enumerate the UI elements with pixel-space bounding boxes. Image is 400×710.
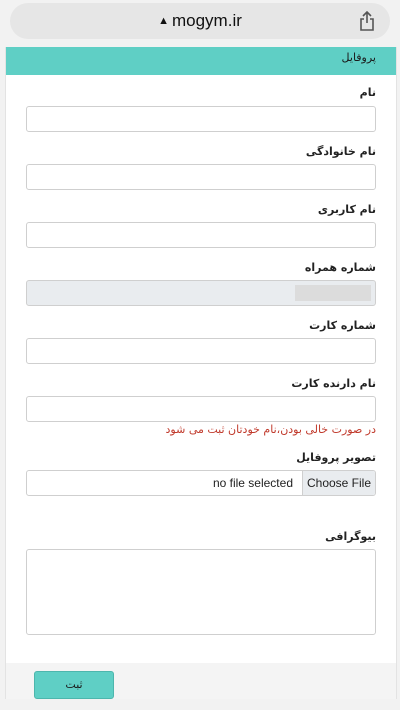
card-number-input[interactable]: [26, 338, 376, 364]
profile-card: پروفایل نام نام خانوادگی نام کاربری شمار…: [5, 47, 397, 699]
first-name-label: نام: [359, 86, 376, 99]
mobile-label: شماره همراه: [304, 261, 376, 274]
url-host: mogym.ir: [171, 11, 242, 30]
file-status: no file selected: [212, 476, 293, 490]
card-title: پروفایل: [6, 47, 396, 75]
avatar-file-input[interactable]: no file selected Choose File: [26, 470, 376, 496]
last-name-input[interactable]: [26, 164, 376, 190]
card-footer: ثبت: [6, 663, 396, 699]
card-holder-input[interactable]: [26, 396, 376, 422]
bio-label: بیوگرافی: [325, 530, 376, 543]
submit-button[interactable]: ثبت: [34, 671, 114, 699]
share-icon[interactable]: [358, 11, 376, 31]
bio-textarea[interactable]: [26, 549, 376, 635]
mobile-value-redacted: [295, 285, 371, 301]
username-label: نام کاربری: [317, 203, 376, 216]
last-name-label: نام خانوادگی: [305, 145, 376, 158]
card-holder-label: نام دارنده کارت: [291, 377, 376, 390]
username-input[interactable]: [26, 222, 376, 248]
card-holder-hint: در صورت خالی بودن،نام خودتان ثبت می شود: [165, 423, 376, 436]
choose-file-button[interactable]: Choose File: [302, 471, 375, 495]
card-number-label: شماره کارت: [309, 319, 376, 332]
url-text: ▲ mogym.ir: [10, 11, 390, 31]
lock-icon: ▲: [158, 15, 169, 27]
mobile-input: [26, 280, 376, 306]
avatar-label: تصویر پروفایل: [296, 451, 376, 464]
first-name-input[interactable]: [26, 106, 376, 132]
address-bar[interactable]: ▲ mogym.ir: [10, 3, 390, 39]
